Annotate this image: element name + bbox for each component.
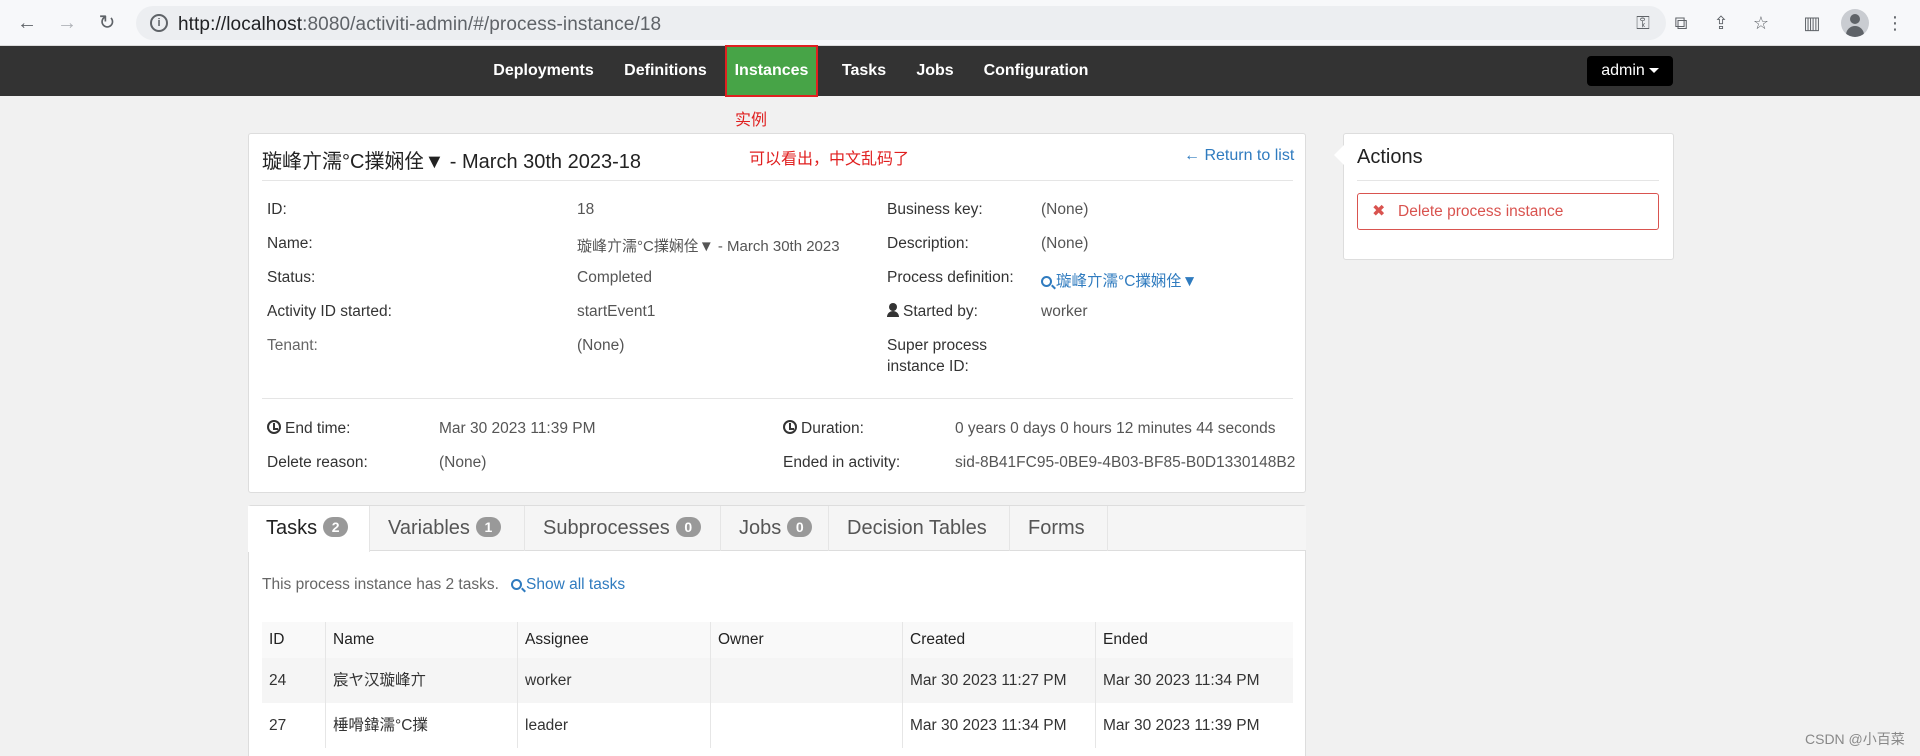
status-label: Status: xyxy=(267,269,316,286)
caret-down-icon xyxy=(1648,68,1659,74)
table-cell xyxy=(710,703,902,748)
info-icon[interactable]: i xyxy=(150,14,168,32)
nav-configuration[interactable]: Configuration xyxy=(980,46,1092,96)
reload-icon[interactable]: ↻ xyxy=(93,9,121,37)
id-label: ID: xyxy=(267,201,287,218)
table-cell: 宸ヤ汉璇峰亣 xyxy=(325,658,517,703)
zoom-icon xyxy=(511,579,522,590)
zoom-icon xyxy=(1041,276,1052,287)
tasks-table-header: ID Name Assignee Owner Created Ended xyxy=(262,622,1293,658)
super-process-label-1: Super process xyxy=(887,337,987,354)
process-definition-label: Process definition: xyxy=(887,269,1014,286)
table-cell: 棰嗗鍏濡°C擈 xyxy=(325,703,517,748)
process-definition-link[interactable]: 璇峰亣濡°C擈娴佺▼ xyxy=(1041,269,1197,291)
address-bar[interactable]: i http://localhost:8080/activiti-admin/#… xyxy=(136,6,1666,40)
super-process-label-2: instance ID: xyxy=(887,358,969,375)
column-header[interactable]: Owner xyxy=(710,622,902,658)
table-cell: Mar 30 2023 11:27 PM xyxy=(902,658,1095,703)
end-time-label: End time: xyxy=(267,420,350,438)
delete-reason-value: (None) xyxy=(439,454,487,471)
column-header[interactable]: ID xyxy=(262,622,325,658)
table-cell: Mar 30 2023 11:34 PM xyxy=(1095,658,1293,703)
id-value: 18 xyxy=(577,201,595,218)
page-title: 璇峰亣濡°C擈娴佺▼ - March 30th 2023-18 xyxy=(262,151,642,173)
actions-pointer xyxy=(1334,145,1344,165)
translate-icon[interactable]: ⧉ xyxy=(1668,10,1694,36)
close-icon: ✖ xyxy=(1372,203,1386,220)
divider xyxy=(262,180,1293,181)
star-icon[interactable]: ☆ xyxy=(1748,10,1774,36)
side-panel-icon[interactable]: ▥ xyxy=(1799,10,1825,36)
started-by-value: worker xyxy=(1041,303,1088,320)
name-label: Name: xyxy=(267,235,313,252)
clock-icon xyxy=(783,420,797,434)
divider xyxy=(1357,180,1659,181)
tenant-value: (None) xyxy=(577,337,625,354)
table-cell: Mar 30 2023 11:34 PM xyxy=(902,703,1095,748)
annotation-highlight-box xyxy=(725,45,818,97)
tab-variables[interactable]: Variables 1 xyxy=(370,506,525,551)
table-cell: 27 xyxy=(269,717,287,734)
business-key-label: Business key: xyxy=(887,201,983,218)
table-cell: 24 xyxy=(269,672,287,689)
tab-bar: Tasks 2 Variables 1 Subprocesses 0 Jobs 0 De… xyxy=(248,506,1306,552)
description-value: (None) xyxy=(1041,235,1089,252)
url-text[interactable]: http://localhost:8080/activiti-admin/#/p… xyxy=(178,14,661,36)
watermark: CSDN @小百菜 xyxy=(1805,731,1905,747)
ended-in-activity-label: Ended in activity: xyxy=(783,454,901,471)
nav-tasks[interactable]: Tasks xyxy=(836,46,892,96)
table-row[interactable]: 24 宸ヤ汉璇峰亣 worker Mar 30 2023 11:27 PM Ma… xyxy=(262,658,1293,703)
table-cell: worker xyxy=(517,658,710,703)
delete-process-instance-button[interactable]: ✖ Delete process instance xyxy=(1357,193,1659,230)
instance-details-panel xyxy=(248,133,1306,493)
end-time-value: Mar 30 2023 11:39 PM xyxy=(439,420,596,437)
tasks-summary: This process instance has 2 tasks. xyxy=(262,576,499,593)
actions-title: Actions xyxy=(1357,146,1423,168)
tab-forms[interactable]: Forms xyxy=(1010,506,1108,551)
tenant-label: Tenant: xyxy=(267,337,318,354)
divider xyxy=(262,398,1293,399)
table-cell: Mar 30 2023 11:39 PM xyxy=(1095,703,1293,748)
user-menu-button[interactable]: admin xyxy=(1587,56,1673,86)
tab-jobs[interactable]: Jobs 0 xyxy=(721,506,829,551)
column-header[interactable]: Assignee xyxy=(517,622,710,658)
business-key-value: (None) xyxy=(1041,201,1089,218)
key-icon[interactable]: ⚿ xyxy=(1630,10,1656,36)
annotation-garbled: 可以看出，中文乱码了 xyxy=(749,151,910,168)
tab-decision-tables[interactable]: Decision Tables xyxy=(829,506,1010,551)
column-header[interactable]: Ended xyxy=(1095,622,1293,658)
table-cell xyxy=(710,658,902,703)
name-value: 璇峰亣濡°C擈娴佺▼ - March 30th 2023 xyxy=(577,238,840,255)
activity-label: Activity ID started: xyxy=(267,303,392,320)
delete-reason-label: Delete reason: xyxy=(267,454,368,471)
column-header[interactable]: Name xyxy=(325,622,517,658)
status-value: Completed xyxy=(577,269,652,286)
duration-label: Duration: xyxy=(783,420,864,438)
return-to-list-link[interactable]: ← Return to list xyxy=(1184,147,1294,165)
back-arrow-icon[interactable]: ← xyxy=(13,9,41,37)
column-header[interactable]: Created xyxy=(902,622,1095,658)
ended-in-activity-value: sid-8B41FC95-0BE9-4B03-BF85-B0D1330148B2 xyxy=(955,454,1296,471)
tab-subprocesses[interactable]: Subprocesses 0 xyxy=(525,506,721,551)
browser-toolbar: ← → ↻ i http://localhost:8080/activiti-a… xyxy=(0,0,1920,46)
user-icon xyxy=(887,303,899,317)
table-cell: leader xyxy=(517,703,710,748)
show-all-tasks-link[interactable]: Show all tasks xyxy=(511,576,625,594)
forward-arrow-icon[interactable]: → xyxy=(53,9,81,37)
nav-definitions[interactable]: Definitions xyxy=(614,46,717,96)
more-menu-icon[interactable]: ⋮ xyxy=(1882,10,1908,36)
duration-value: 0 years 0 days 0 hours 12 minutes 44 sec… xyxy=(955,420,1276,437)
clock-icon xyxy=(267,420,281,434)
share-icon[interactable]: ⇪ xyxy=(1708,10,1734,36)
profile-avatar-icon[interactable] xyxy=(1841,9,1869,37)
nav-deployments[interactable]: Deployments xyxy=(486,46,601,96)
activity-value: startEvent1 xyxy=(577,303,656,320)
description-label: Description: xyxy=(887,235,969,252)
table-row[interactable]: 27 棰嗗鍏濡°C擈 leader Mar 30 2023 11:34 PM M… xyxy=(262,703,1293,748)
annotation-instances: 实例 xyxy=(735,112,768,129)
started-by-label: Started by: xyxy=(887,303,978,321)
nav-jobs[interactable]: Jobs xyxy=(912,46,958,96)
tab-tasks[interactable]: Tasks 2 xyxy=(248,506,370,552)
